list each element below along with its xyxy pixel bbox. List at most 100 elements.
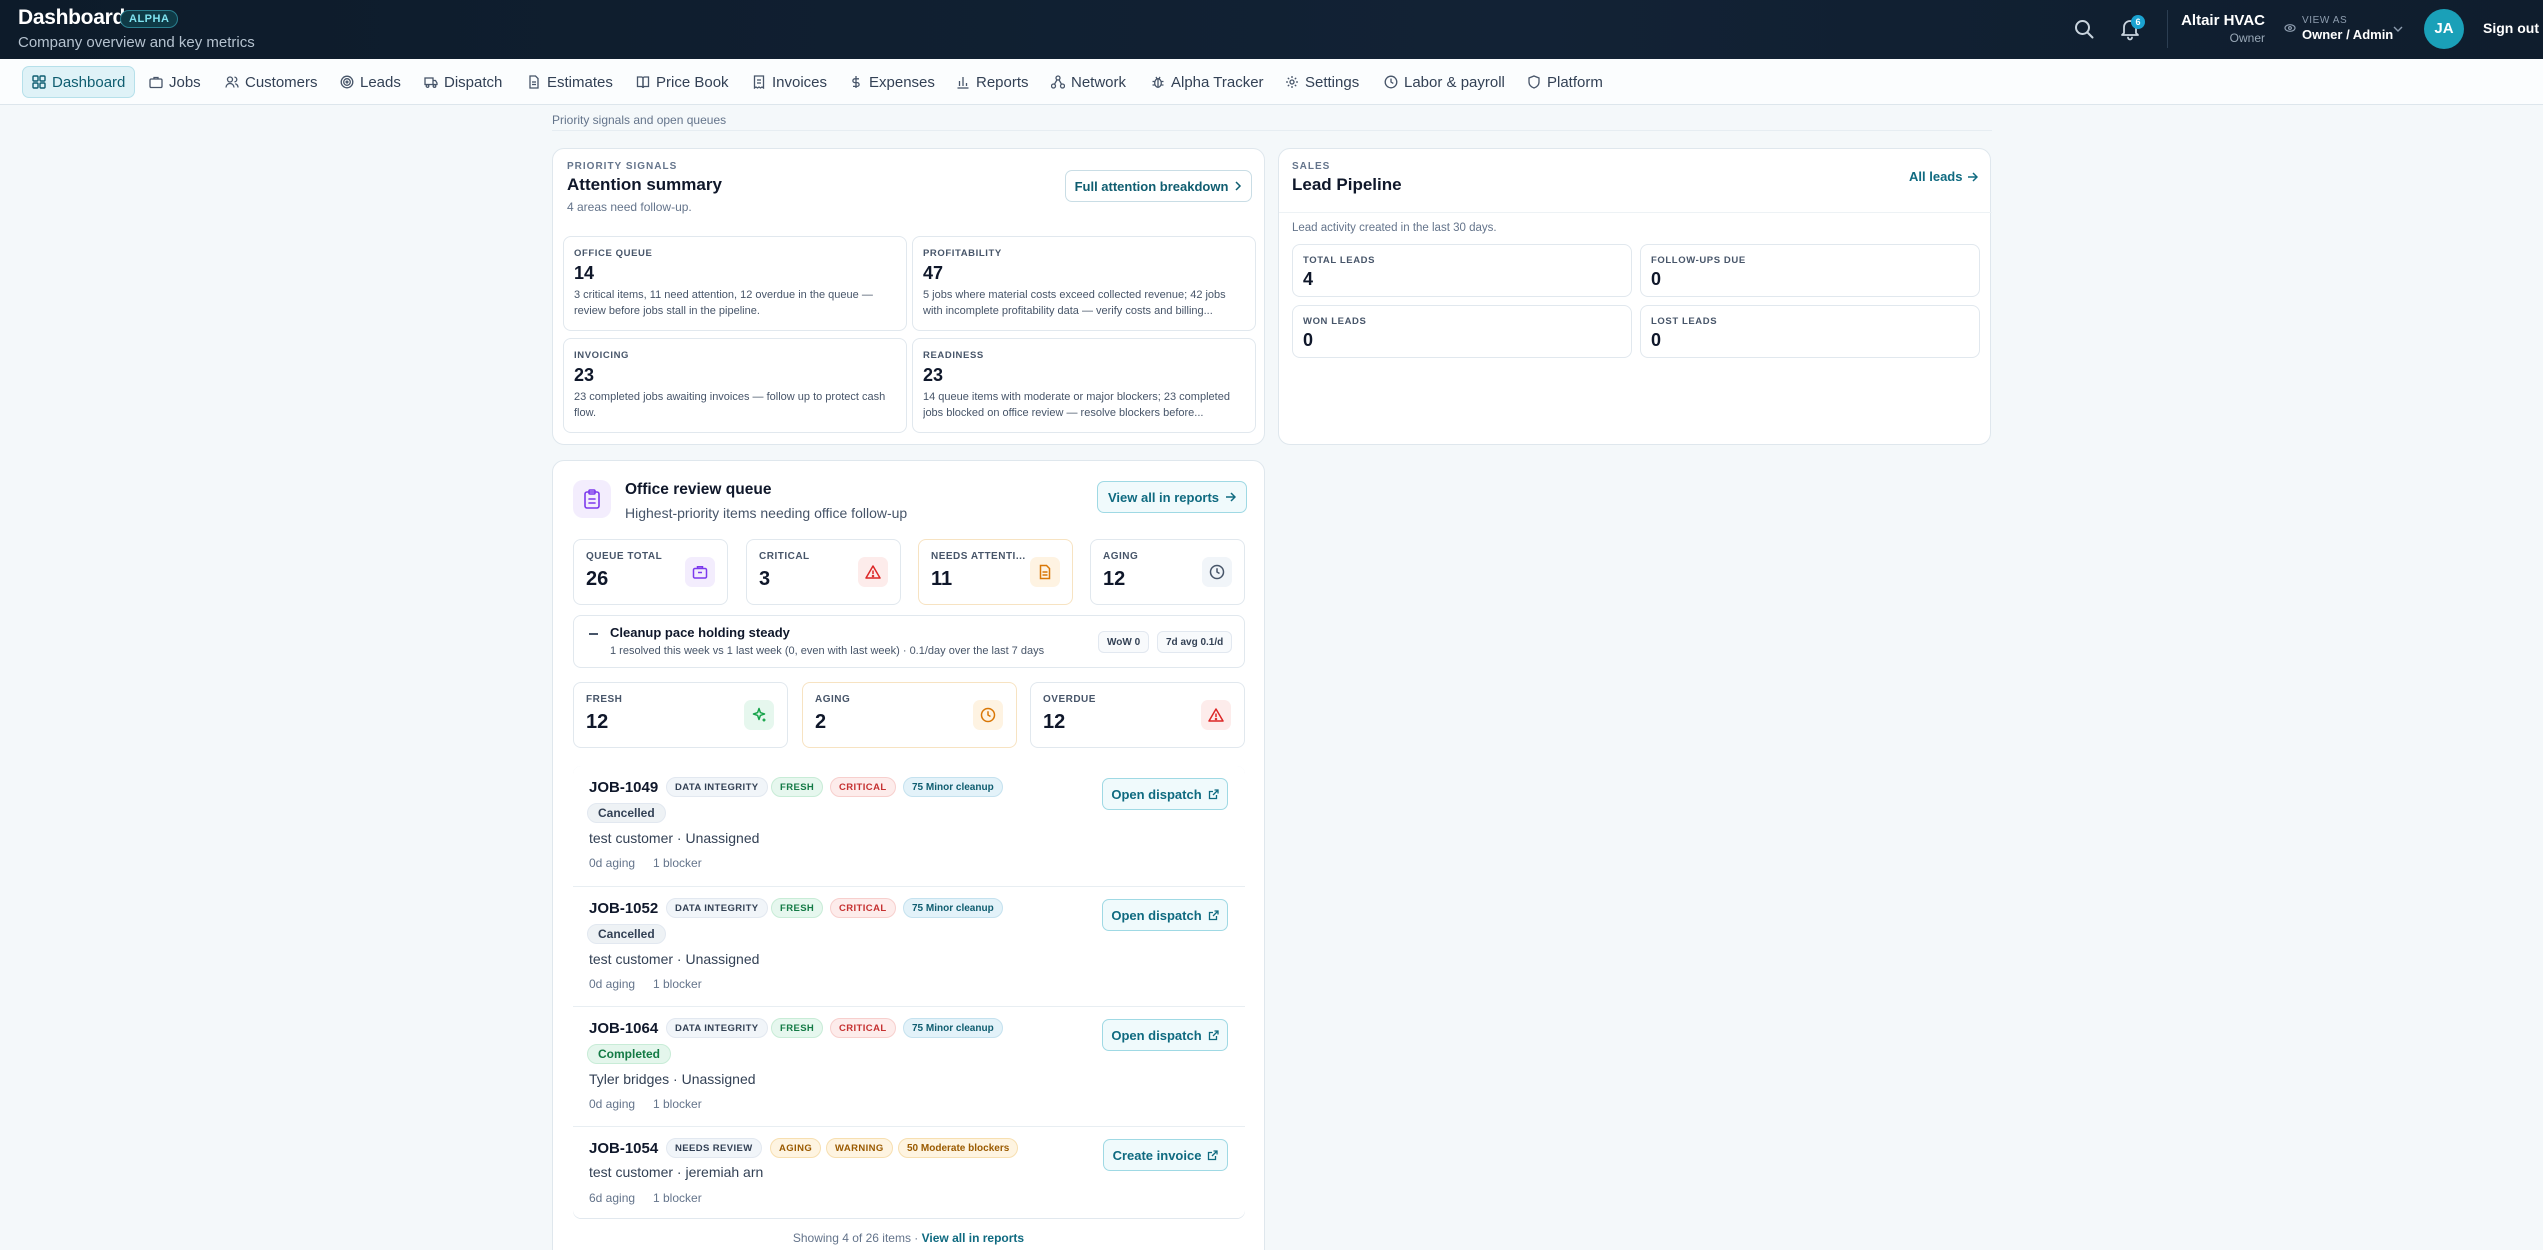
arrow-right-icon [1968, 171, 1979, 182]
nav-item-jobs[interactable]: Jobs [140, 66, 210, 98]
overdue-stat[interactable]: OVERDUE 12 [1030, 682, 1245, 748]
queue-total-stat[interactable]: QUEUE TOTAL 26 [573, 539, 728, 605]
footer-text: Showing 4 of 26 items · [792, 1231, 919, 1245]
job-id[interactable]: JOB-1064 [589, 1020, 658, 1037]
job-customer: test customer · jeremiah arn [589, 1164, 764, 1180]
nav-item-label: Labor & payroll [1404, 73, 1505, 91]
external-link-icon [1208, 788, 1219, 799]
stat-value: 12 [1103, 568, 1126, 590]
company-role: Owner [2229, 31, 2265, 45]
nav-item-invoices[interactable]: Invoices [743, 66, 836, 98]
stat-label: OVERDUE [1043, 694, 1096, 705]
nav-item-label: Expenses [869, 73, 935, 91]
nav-item-price-book[interactable]: Price Book [627, 66, 738, 98]
bar-chart-icon [957, 77, 969, 89]
open-dispatch-button[interactable]: Open dispatch [1102, 778, 1228, 810]
nav-item-labor-payroll[interactable]: Labor & payroll [1375, 66, 1514, 98]
users-icon [225, 76, 239, 88]
nav-item-alpha-tracker[interactable]: Alpha Tracker [1142, 66, 1273, 98]
nav-item-customers[interactable]: Customers [216, 66, 327, 98]
stat-label: NEEDS ATTENTI... [931, 551, 1026, 562]
briefcase-icon [149, 76, 163, 89]
tile-label: PROFITABILITY [923, 248, 1002, 259]
job-id[interactable]: JOB-1054 [589, 1140, 658, 1157]
nav-item-estimates[interactable]: Estimates [518, 66, 622, 98]
avatar[interactable]: JA [2424, 9, 2464, 49]
fresh-stat[interactable]: FRESH 12 [573, 682, 788, 748]
nav-item-reports[interactable]: Reports [947, 66, 1038, 98]
status-badge: Cancelled [587, 803, 666, 823]
nav-item-dashboard[interactable]: Dashboard [22, 66, 136, 98]
gear-icon [1286, 76, 1298, 88]
notification-count-badge: 6 [2131, 15, 2145, 29]
dollar-icon [852, 76, 860, 88]
all-leads-link[interactable]: All leads [1909, 169, 1979, 184]
view-all-in-reports-link[interactable]: View all in reports [922, 1231, 1024, 1245]
attention-title: Attention summary [567, 175, 722, 194]
nav-item-label: Customers [245, 73, 318, 91]
tag-age: AGING [770, 1138, 822, 1158]
table-row[interactable]: JOB-1064 DATA INTEGRITY FRESH CRITICAL 7… [573, 1006, 1245, 1126]
sign-out-button[interactable]: Sign out [2483, 20, 2539, 36]
nav-item-leads[interactable]: Leads [331, 66, 410, 98]
needs-attention-stat[interactable]: NEEDS ATTENTI... 11 [918, 539, 1073, 605]
nav-item-platform[interactable]: Platform [1518, 66, 1612, 98]
bug-icon [1152, 76, 1164, 88]
search-icon[interactable] [2072, 17, 2096, 41]
job-blockers: 1 blocker [653, 1097, 702, 1111]
tile-description: 5 jobs where material costs exceed colle… [923, 289, 1226, 317]
table-row[interactable]: JOB-1049 DATA INTEGRITY FRESH CRITICAL 7… [573, 766, 1245, 886]
tile-label: LOST LEADS [1651, 316, 1718, 327]
tile-value: 23 [574, 365, 595, 385]
nav-item-network[interactable]: Network [1042, 66, 1135, 98]
view-all-in-reports-button[interactable]: View all in reports [1097, 481, 1247, 513]
button-label: Open dispatch [1111, 786, 1202, 802]
tile-value: 0 [1303, 330, 1314, 350]
company-name: Altair HVAC [2181, 12, 2265, 29]
job-id[interactable]: JOB-1052 [589, 900, 658, 917]
page-subtitle: Company overview and key metrics [18, 34, 255, 51]
create-invoice-button[interactable]: Create invoice [1103, 1139, 1228, 1171]
open-dispatch-button[interactable]: Open dispatch [1102, 899, 1228, 931]
invoicing-tile[interactable]: INVOICING 23 23 completed jobs awaiting … [563, 338, 907, 433]
follow-ups-due-tile[interactable]: FOLLOW-UPS DUE 0 [1640, 244, 1980, 297]
chevron-down-icon[interactable] [2393, 25, 2403, 33]
profitability-tile[interactable]: PROFITABILITY 47 5 jobs where material c… [912, 236, 1256, 331]
tag-score: 50 Moderate blockers [898, 1138, 1019, 1158]
table-row[interactable]: JOB-1052 DATA INTEGRITY FRESH CRITICAL 7… [573, 886, 1245, 1006]
nav-item-settings[interactable]: Settings [1276, 66, 1368, 98]
job-id[interactable]: JOB-1049 [589, 779, 658, 796]
won-leads-tile[interactable]: WON LEADS 0 [1292, 305, 1632, 358]
section-divider [552, 130, 1992, 131]
tile-value: 14 [574, 263, 595, 283]
nav-item-expenses[interactable]: Expenses [840, 66, 944, 98]
readiness-tile[interactable]: READINESS 23 14 queue items with moderat… [912, 338, 1256, 433]
alert-triangle-icon [858, 557, 888, 587]
tile-value: 0 [1651, 269, 1662, 289]
full-attention-breakdown-button[interactable]: Full attention breakdown [1065, 170, 1252, 202]
job-aging: 0d aging [589, 1097, 636, 1111]
critical-stat[interactable]: CRITICAL 3 [746, 539, 901, 605]
view-as-select[interactable]: Owner / Admin [2302, 27, 2393, 42]
tag-category: DATA INTEGRITY [666, 898, 768, 918]
shield-icon [1528, 75, 1540, 89]
tile-value: 47 [923, 263, 944, 283]
nav-item-dispatch[interactable]: Dispatch [415, 66, 511, 98]
open-dispatch-button[interactable]: Open dispatch [1102, 1019, 1228, 1051]
aging-stat[interactable]: AGING 12 [1090, 539, 1245, 605]
table-row[interactable]: JOB-1054 NEEDS REVIEW AGING WARNING 50 M… [573, 1126, 1245, 1218]
tile-value: 4 [1303, 269, 1314, 289]
stat-label: CRITICAL [759, 551, 810, 562]
total-leads-tile[interactable]: TOTAL LEADS 4 [1292, 244, 1632, 297]
header-divider [2167, 10, 2168, 48]
tag-category: DATA INTEGRITY [666, 1018, 768, 1038]
aging-bucket-stat[interactable]: AGING 2 [802, 682, 1017, 748]
receipt-icon [753, 75, 765, 89]
nav-item-label: Network [1071, 73, 1127, 91]
lost-leads-tile[interactable]: LOST LEADS 0 [1640, 305, 1980, 358]
nav-item-label: Jobs [169, 73, 201, 91]
tile-label: TOTAL LEADS [1303, 255, 1376, 266]
document-icon [529, 75, 539, 89]
tag-score: 75 Minor cleanup [903, 1018, 1003, 1038]
office-queue-tile[interactable]: OFFICE QUEUE 14 3 critical items, 11 nee… [563, 236, 907, 331]
